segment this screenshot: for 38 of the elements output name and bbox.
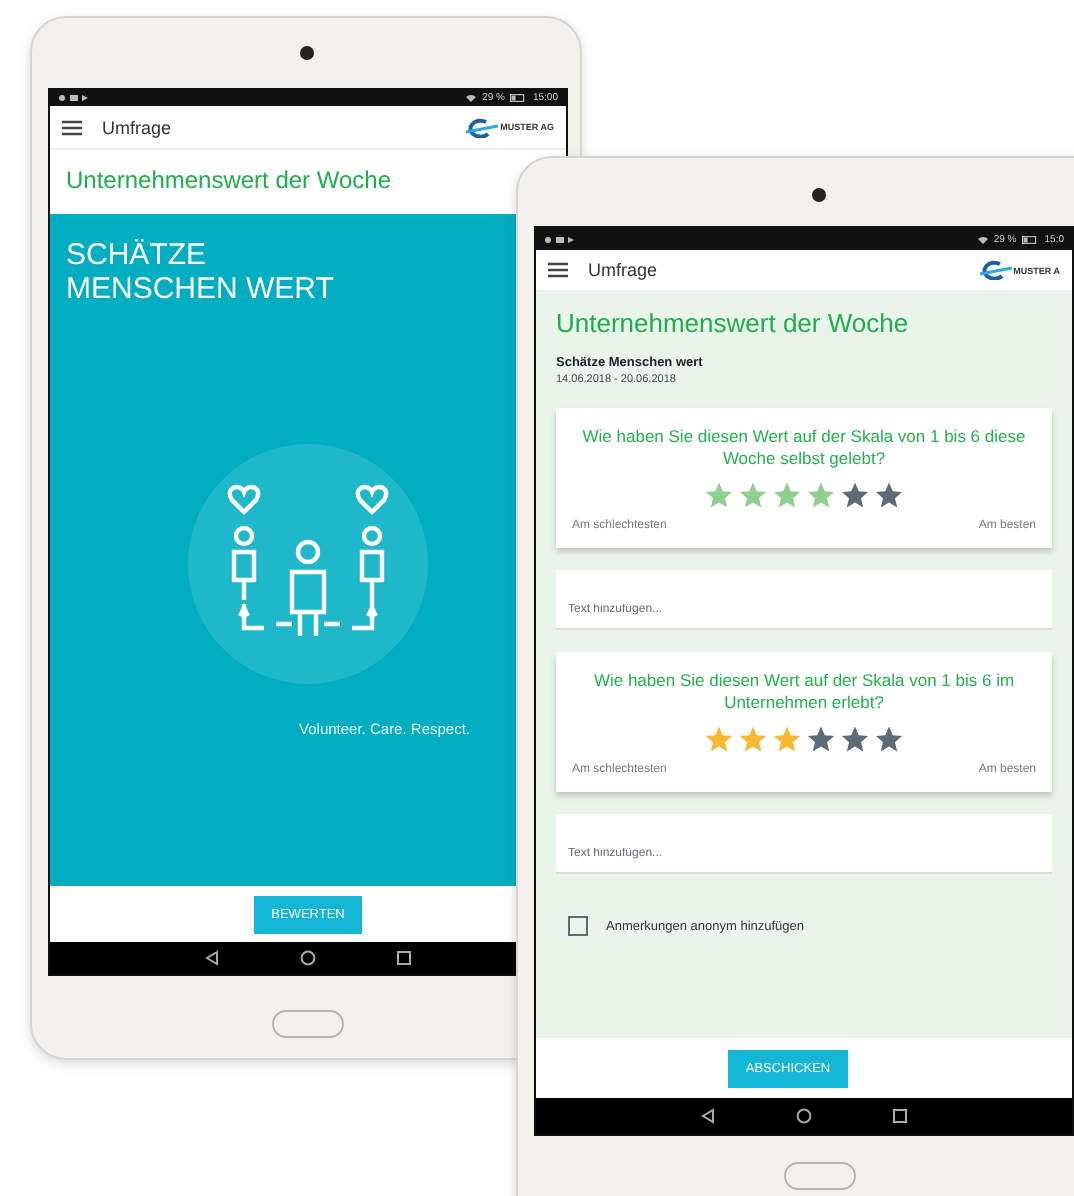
notification-icons bbox=[58, 94, 90, 102]
star-icon[interactable] bbox=[704, 480, 734, 511]
star-icon[interactable] bbox=[840, 480, 870, 511]
page-heading: Unternehmenswert der Woche bbox=[64, 164, 394, 198]
battery-icon bbox=[510, 94, 527, 102]
app-bar-title: Umfrage bbox=[102, 117, 174, 137]
question-text: Wie haben Sie diesen Wert auf der Skala von 1 bis 6 im Unternehmen erlebt? bbox=[591, 670, 1017, 715]
wifi-icon bbox=[466, 94, 477, 102]
camera-dot bbox=[812, 188, 826, 202]
star-icon[interactable] bbox=[738, 724, 768, 755]
recents-icon[interactable] bbox=[892, 1108, 908, 1124]
camera-dot bbox=[300, 46, 314, 60]
logo-icon bbox=[975, 260, 1012, 280]
wifi-icon bbox=[977, 235, 988, 243]
home-icon[interactable] bbox=[796, 1108, 812, 1124]
back-icon[interactable] bbox=[700, 1108, 716, 1124]
home-icon[interactable] bbox=[300, 950, 316, 966]
battery-icon bbox=[1022, 235, 1039, 243]
recents-icon[interactable] bbox=[396, 950, 412, 966]
star-icon[interactable] bbox=[874, 480, 904, 511]
star-icon[interactable] bbox=[772, 724, 802, 755]
star-icon[interactable] bbox=[772, 480, 802, 511]
app-bar-title: Umfrage bbox=[588, 260, 660, 280]
question-text: Wie haben Sie diesen Wert auf der Skala von 1 bis 6 diese Woche selbst gelebt? bbox=[580, 426, 1028, 471]
star-icon[interactable] bbox=[738, 480, 768, 511]
notification-icons bbox=[544, 235, 576, 243]
page-heading: Unternehmenswert der Woche bbox=[556, 308, 911, 338]
star-icon[interactable] bbox=[704, 724, 734, 755]
star-icon[interactable] bbox=[874, 724, 904, 755]
star-icon[interactable] bbox=[840, 724, 870, 755]
star-icon[interactable] bbox=[806, 480, 836, 511]
checkbox[interactable] bbox=[568, 916, 588, 937]
menu-icon[interactable] bbox=[548, 262, 568, 278]
back-icon[interactable] bbox=[204, 950, 220, 966]
menu-icon[interactable] bbox=[62, 119, 82, 135]
star-icon[interactable] bbox=[806, 724, 836, 755]
banner-title: SCHÄTZE MENSCHEN WERT bbox=[66, 238, 336, 307]
logo-icon bbox=[462, 117, 499, 137]
